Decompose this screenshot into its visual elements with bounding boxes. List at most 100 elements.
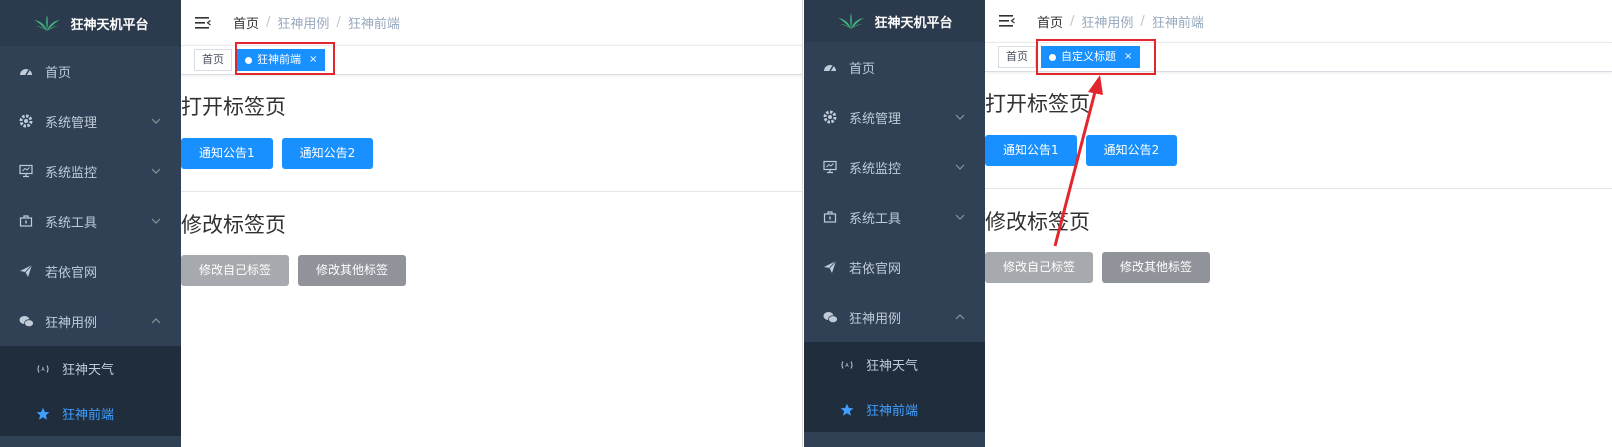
sidebar-item-kuangshen-cases[interactable]: 狂神用例 [0, 296, 181, 346]
sidebar-item-kuangshen-frontend[interactable]: 狂神前端 [0, 391, 181, 436]
tag-label: 首页 [1006, 50, 1028, 63]
wechat-icon [18, 313, 34, 329]
tag-home[interactable]: 首页 [998, 46, 1036, 68]
modify-tab-section: 修改标签页 修改自己标签 修改其他标签 [985, 189, 1612, 283]
toolbox-icon [18, 213, 34, 229]
sidebar-item-home[interactable]: 首页 [804, 42, 985, 92]
sidebar-item-label: 系统工具 [849, 211, 902, 227]
sidebar-item-home[interactable]: 首页 [0, 46, 181, 96]
modify-other-tag-button[interactable]: 修改其他标签 [298, 255, 407, 286]
dashboard-icon [822, 59, 838, 75]
wechat-icon [822, 309, 838, 325]
sidebar-item-label: 系统监控 [45, 165, 98, 181]
sidebar-item-system-tools[interactable]: 系统工具 [0, 196, 181, 246]
tag-home[interactable]: 首页 [194, 49, 232, 71]
sidebar-item-label: 系统管理 [849, 111, 902, 127]
chevron-down-icon [151, 168, 161, 174]
breadcrumb: 首页 / 狂神用例 / 狂神前端 [1037, 12, 1204, 31]
tag-label: 首页 [202, 53, 224, 66]
sidebar-item-system-monitor[interactable]: 系统监控 [804, 142, 985, 192]
sidebar-item-kuangshen-cases[interactable]: 狂神用例 [804, 292, 985, 342]
sidebar-item-kuangshen-weather[interactable]: A 狂神天气 [804, 342, 985, 387]
breadcrumb-separator: / [1140, 13, 1145, 29]
sidebar-item-system-management[interactable]: 系统管理 [0, 96, 181, 146]
sidebar-item-label: 狂神天气 [62, 363, 115, 378]
sidebar-title: 狂神天机平台 [70, 17, 149, 33]
left-screenshot-panel: 狂神天机平台 首页 系统管理 系统监控 系统工具 若依官网 狂神用例 A 狂神天… [0, 0, 803, 447]
modify-self-tag-button[interactable]: 修改自己标签 [181, 255, 290, 286]
notice-1-button[interactable]: 通知公告1 [181, 138, 273, 169]
chevron-down-icon [955, 214, 965, 220]
annotation-highlight-box [1036, 39, 1156, 75]
sidebar: 狂神天机平台 首页 系统管理 系统监控 系统工具 若依官网 狂神用例 A 狂神天… [0, 0, 181, 447]
breadcrumb-home[interactable]: 首页 [233, 13, 259, 32]
section-title-open: 打开标签页 [985, 92, 1090, 116]
sidebar-item-label: 狂神用例 [45, 315, 98, 331]
sidebar-item-label: 狂神前端 [866, 404, 919, 419]
logo-icon [838, 13, 865, 29]
right-screenshot-panel: 狂神天机平台 首页 系统管理 系统监控 系统工具 若依官网 狂神用例 A 狂神天… [804, 0, 1612, 447]
sidebar-item-label: 狂神用例 [849, 311, 902, 327]
breadcrumb-separator: / [1070, 13, 1075, 29]
sidebar-item-label: 狂神前端 [62, 408, 115, 423]
open-tab-section: 打开标签页 通知公告1 通知公告2 [181, 75, 802, 169]
sidebar-item-ruoyi-website[interactable]: 若依官网 [0, 246, 181, 296]
radio-icon: A [840, 358, 854, 372]
hamburger-icon[interactable] [999, 14, 1015, 28]
chevron-up-icon [955, 314, 965, 320]
sidebar-item-system-monitor[interactable]: 系统监控 [0, 146, 181, 196]
breadcrumb-separator: / [266, 15, 271, 30]
breadcrumb-parent: 狂神用例 [277, 17, 330, 32]
submenu: A 狂神天气 狂神前端 [0, 346, 181, 436]
chevron-down-icon [151, 118, 161, 124]
star-icon [36, 407, 50, 421]
sidebar-item-label: 狂神天气 [866, 359, 919, 374]
star-icon [840, 403, 854, 417]
section-title-open: 打开标签页 [181, 95, 286, 119]
modify-self-tag-button[interactable]: 修改自己标签 [985, 252, 1094, 283]
monitor-icon [822, 159, 838, 175]
gear-icon [18, 113, 34, 129]
paper-plane-icon [18, 263, 34, 279]
breadcrumb-separator: / [336, 15, 341, 30]
sidebar-item-kuangshen-frontend[interactable]: 狂神前端 [804, 387, 985, 432]
sidebar-logo[interactable]: 狂神天机平台 [804, 0, 985, 42]
section-title-modify: 修改标签页 [985, 210, 1090, 234]
hamburger-icon[interactable] [195, 16, 211, 30]
section-title-modify: 修改标签页 [181, 213, 286, 237]
navbar: 首页 / 狂神用例 / 狂神前端 [181, 0, 802, 45]
breadcrumb-current: 狂神前端 [347, 17, 400, 32]
svg-text:A: A [845, 363, 849, 369]
breadcrumb-current: 狂神前端 [1151, 15, 1204, 31]
paper-plane-icon [822, 259, 838, 275]
notice-2-button[interactable]: 通知公告2 [281, 138, 374, 169]
monitor-icon [18, 163, 34, 179]
sidebar-logo[interactable]: 狂神天机平台 [0, 0, 181, 46]
sidebar-item-ruoyi-website[interactable]: 若依官网 [804, 242, 985, 292]
open-tab-section: 打开标签页 通知公告1 通知公告2 [985, 72, 1612, 166]
sidebar-item-label: 系统工具 [45, 215, 98, 231]
chevron-down-icon [955, 164, 965, 170]
chevron-down-icon [955, 114, 965, 120]
notice-1-button[interactable]: 通知公告1 [985, 135, 1077, 166]
sidebar-item-label: 若依官网 [849, 261, 902, 277]
chevron-down-icon [151, 218, 161, 224]
modify-tab-section: 修改标签页 修改自己标签 修改其他标签 [181, 192, 802, 286]
annotation-highlight-box [235, 42, 335, 75]
sidebar-item-system-management[interactable]: 系统管理 [804, 92, 985, 142]
sidebar-item-label: 首页 [849, 61, 876, 77]
sidebar-title: 狂神天机平台 [874, 15, 953, 31]
sidebar: 狂神天机平台 首页 系统管理 系统监控 系统工具 若依官网 狂神用例 A 狂神天… [804, 0, 985, 447]
sidebar-item-label: 首页 [45, 65, 72, 81]
chevron-up-icon [151, 318, 161, 324]
logo-icon [34, 15, 61, 31]
svg-text:A: A [41, 367, 45, 373]
sidebar-item-kuangshen-weather[interactable]: A 狂神天气 [0, 346, 181, 391]
navbar: 首页 / 狂神用例 / 狂神前端 [985, 0, 1612, 42]
sidebar-item-system-tools[interactable]: 系统工具 [804, 192, 985, 242]
submenu: A 狂神天气 狂神前端 [804, 342, 985, 432]
gear-icon [822, 109, 838, 125]
notice-2-button[interactable]: 通知公告2 [1085, 135, 1178, 166]
breadcrumb-home[interactable]: 首页 [1037, 12, 1063, 31]
modify-other-tag-button[interactable]: 修改其他标签 [1102, 252, 1211, 283]
